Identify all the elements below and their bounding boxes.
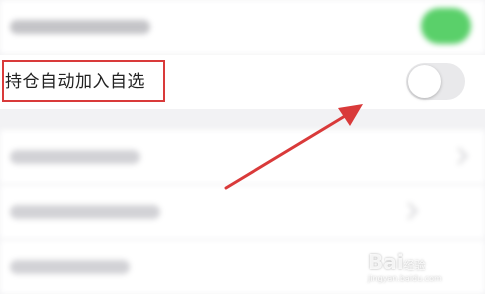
watermark-brand: Bai [368, 250, 404, 274]
settings-screen: 持仓自动加入自选 Bai经验 jingyan.baidu.com [0, 0, 485, 294]
baidu-jingyan-watermark: Bai经验 jingyan.baidu.com [368, 250, 442, 283]
watermark-site: jingyan.baidu.com [368, 274, 442, 283]
watermark-suffix: 经验 [403, 259, 426, 272]
